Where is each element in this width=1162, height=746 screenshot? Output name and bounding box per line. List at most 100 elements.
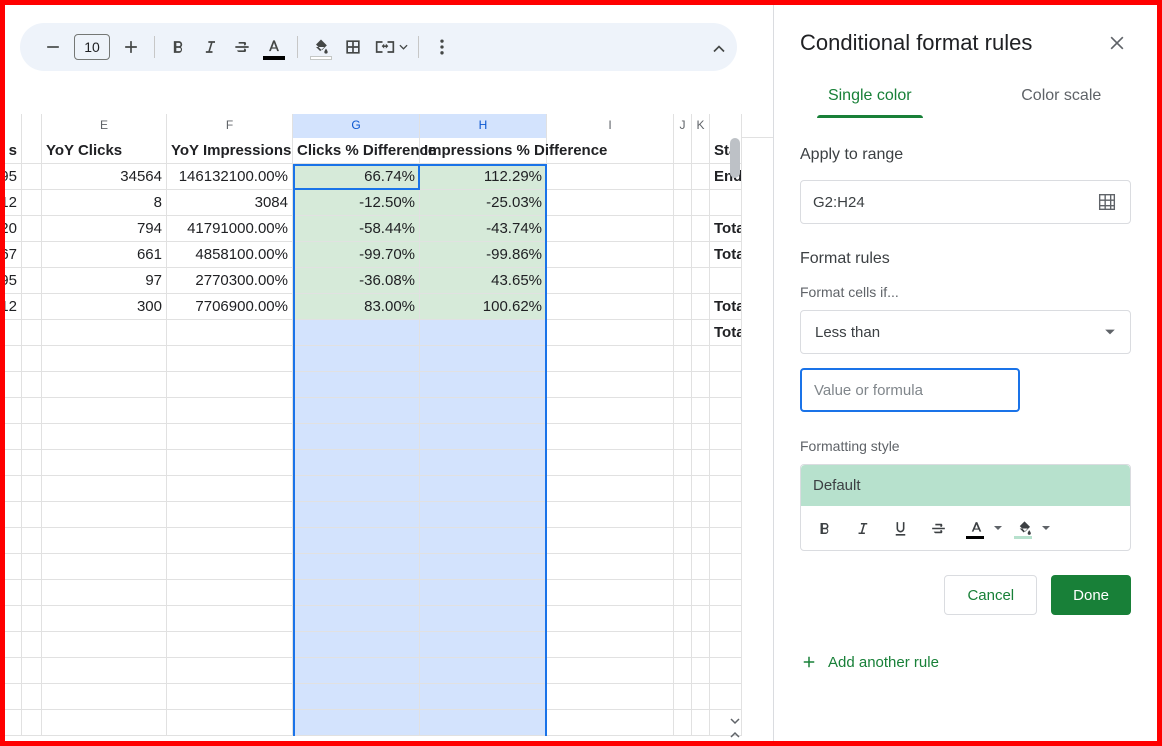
style-text-color-button[interactable] bbox=[959, 512, 993, 544]
cell[interactable] bbox=[420, 632, 547, 658]
cell[interactable] bbox=[5, 450, 22, 476]
cell[interactable] bbox=[674, 216, 692, 242]
cell[interactable]: YoY Clicks bbox=[42, 138, 167, 164]
cell[interactable] bbox=[293, 528, 420, 554]
cell[interactable] bbox=[42, 710, 167, 736]
style-bold-button[interactable] bbox=[807, 512, 841, 544]
chevron-down-icon[interactable] bbox=[1041, 523, 1051, 533]
cell[interactable] bbox=[293, 684, 420, 710]
cell[interactable] bbox=[674, 346, 692, 372]
cancel-button[interactable]: Cancel bbox=[944, 575, 1037, 615]
cell[interactable] bbox=[692, 606, 710, 632]
cell[interactable] bbox=[692, 320, 710, 346]
tab-single-color[interactable]: Single color bbox=[774, 73, 966, 118]
cell[interactable] bbox=[692, 190, 710, 216]
cell[interactable]: 661 bbox=[42, 242, 167, 268]
cell[interactable] bbox=[42, 684, 167, 710]
cell[interactable]: 100.62% bbox=[420, 294, 547, 320]
cell[interactable] bbox=[420, 346, 547, 372]
col-header-e[interactable]: E bbox=[42, 114, 167, 138]
cell[interactable] bbox=[674, 268, 692, 294]
cell[interactable] bbox=[547, 710, 674, 736]
cell[interactable] bbox=[420, 424, 547, 450]
cell[interactable] bbox=[22, 294, 42, 320]
cell[interactable] bbox=[22, 242, 42, 268]
cell[interactable] bbox=[420, 398, 547, 424]
cell[interactable] bbox=[5, 710, 22, 736]
cell[interactable]: 312 bbox=[5, 190, 22, 216]
cell[interactable]: -99.70% bbox=[293, 242, 420, 268]
col-header-f[interactable]: F bbox=[167, 114, 293, 138]
cell[interactable]: -43.74% bbox=[420, 216, 547, 242]
col-header-g[interactable]: G bbox=[293, 114, 420, 138]
cell[interactable]: 112.29% bbox=[420, 164, 547, 190]
cell[interactable] bbox=[547, 164, 674, 190]
cell[interactable] bbox=[547, 450, 674, 476]
cell[interactable] bbox=[167, 398, 293, 424]
cell[interactable] bbox=[547, 606, 674, 632]
cell[interactable]: -58.44% bbox=[293, 216, 420, 242]
cell[interactable] bbox=[293, 398, 420, 424]
cell[interactable]: 67 bbox=[5, 242, 22, 268]
cell[interactable] bbox=[167, 528, 293, 554]
cell[interactable] bbox=[22, 710, 42, 736]
cell[interactable] bbox=[5, 346, 22, 372]
cell[interactable] bbox=[22, 320, 42, 346]
cell[interactable] bbox=[293, 606, 420, 632]
cell[interactable] bbox=[420, 658, 547, 684]
style-fill-color-button[interactable] bbox=[1007, 512, 1041, 544]
cell[interactable]: Impressions % Difference bbox=[420, 138, 547, 164]
text-color-button[interactable] bbox=[259, 32, 289, 62]
cell[interactable] bbox=[692, 398, 710, 424]
cell[interactable] bbox=[42, 606, 167, 632]
cell[interactable] bbox=[22, 684, 42, 710]
cell[interactable] bbox=[167, 606, 293, 632]
cell[interactable] bbox=[22, 164, 42, 190]
cell[interactable] bbox=[42, 554, 167, 580]
cell[interactable]: 97 bbox=[42, 268, 167, 294]
cell[interactable] bbox=[293, 424, 420, 450]
cell[interactable] bbox=[167, 502, 293, 528]
cell[interactable] bbox=[42, 658, 167, 684]
cell[interactable] bbox=[692, 216, 710, 242]
cell[interactable] bbox=[674, 294, 692, 320]
cell[interactable] bbox=[293, 476, 420, 502]
cell[interactable] bbox=[42, 320, 167, 346]
cell[interactable] bbox=[547, 580, 674, 606]
cell[interactable] bbox=[167, 554, 293, 580]
style-italic-button[interactable] bbox=[845, 512, 879, 544]
cell[interactable] bbox=[293, 658, 420, 684]
cell[interactable] bbox=[674, 528, 692, 554]
col-header-k[interactable]: K bbox=[692, 114, 710, 138]
cell[interactable] bbox=[547, 554, 674, 580]
cell[interactable] bbox=[692, 268, 710, 294]
cell[interactable] bbox=[22, 502, 42, 528]
cell[interactable]: 612 bbox=[5, 294, 22, 320]
bold-button[interactable] bbox=[163, 32, 193, 62]
close-button[interactable] bbox=[1103, 29, 1131, 57]
cell[interactable] bbox=[420, 502, 547, 528]
cell[interactable] bbox=[692, 632, 710, 658]
vertical-scrollbar[interactable] bbox=[728, 138, 742, 738]
cell[interactable] bbox=[42, 398, 167, 424]
cell[interactable]: 66.74% bbox=[293, 164, 420, 190]
cell[interactable]: 41791000.00% bbox=[167, 216, 293, 242]
cell[interactable] bbox=[420, 476, 547, 502]
cell[interactable] bbox=[22, 424, 42, 450]
cell[interactable] bbox=[293, 450, 420, 476]
cell[interactable] bbox=[167, 346, 293, 372]
merge-cells-button[interactable] bbox=[370, 32, 410, 62]
cell[interactable] bbox=[674, 190, 692, 216]
cell[interactable] bbox=[22, 528, 42, 554]
cell[interactable] bbox=[22, 190, 42, 216]
cell[interactable] bbox=[547, 528, 674, 554]
scrollbar-up-arrow-icon[interactable] bbox=[728, 728, 742, 742]
cell[interactable] bbox=[692, 502, 710, 528]
cell[interactable]: s bbox=[5, 138, 22, 164]
cell[interactable] bbox=[692, 476, 710, 502]
cell[interactable]: 300 bbox=[42, 294, 167, 320]
cell[interactable] bbox=[692, 658, 710, 684]
condition-dropdown[interactable]: Less than bbox=[800, 310, 1131, 354]
cell[interactable]: 2770300.00% bbox=[167, 268, 293, 294]
cell[interactable]: 195 bbox=[5, 164, 22, 190]
